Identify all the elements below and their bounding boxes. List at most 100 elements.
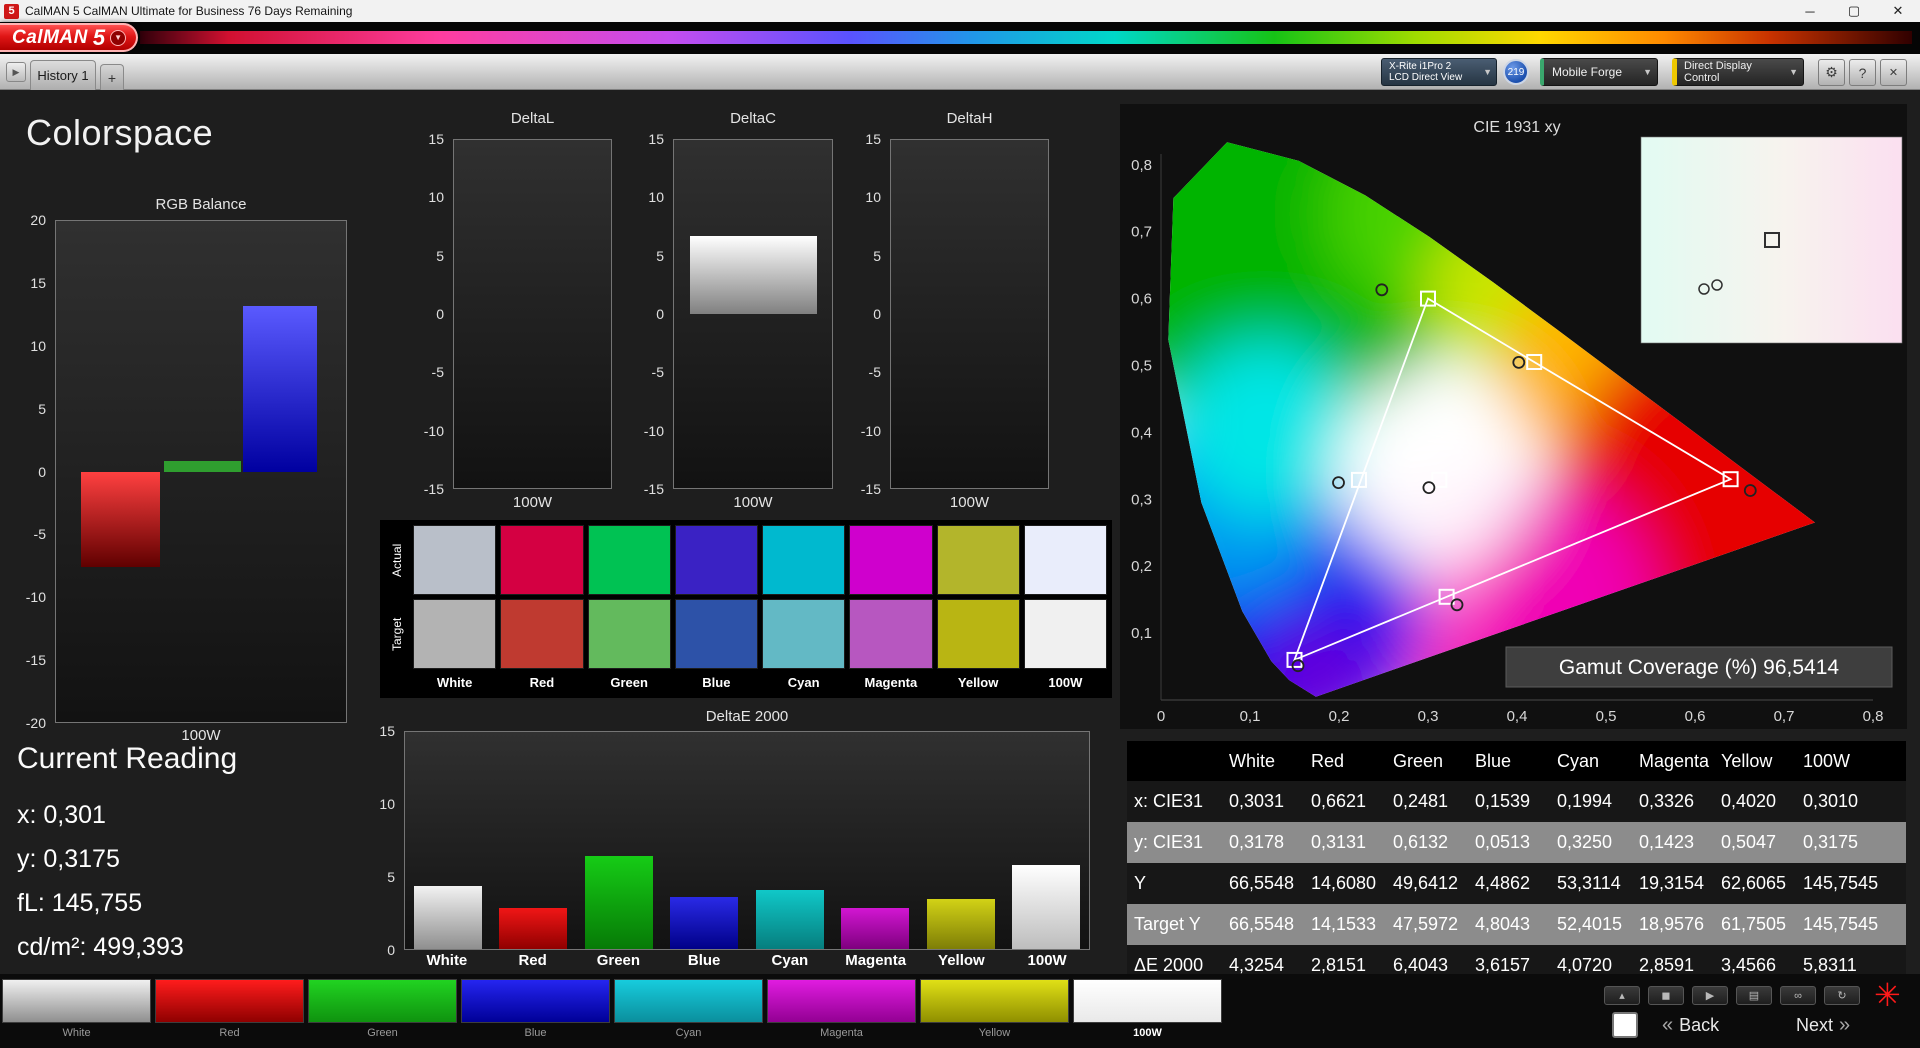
axis-tick-label: 5 (38, 400, 46, 417)
loop-button[interactable]: ∞ (1780, 986, 1816, 1005)
nav-arrow-button[interactable]: ▶ (6, 62, 26, 82)
deltae-x-label: Yellow (938, 952, 985, 969)
gamut-coverage-label: Gamut Coverage (%) 96,5414 (1559, 656, 1839, 679)
pattern-swatch[interactable] (308, 979, 457, 1023)
cie-tick-label: 0,3 (1131, 491, 1152, 508)
pattern-window-button[interactable] (1612, 1012, 1638, 1038)
pattern-swatch[interactable] (155, 979, 304, 1023)
deltal-chart (453, 139, 612, 489)
color-swatch (413, 525, 497, 595)
cie-tick-label: 0,1 (1131, 625, 1152, 642)
table-header-cell: Yellow (1714, 741, 1796, 781)
meter-count-badge[interactable]: 219 (1503, 59, 1529, 85)
deltae-x-label: Cyan (771, 952, 809, 969)
eject-button[interactable]: ▴ (1604, 986, 1640, 1005)
table-row: y: CIE31 0,3178 0,3131 0,6132 0,0513 0,3250 0,… (1127, 822, 1906, 863)
table-header-cell: White (1222, 741, 1304, 781)
table-cell: 0,3010 (1796, 781, 1906, 822)
axis-tick-label: 0 (38, 463, 46, 480)
pattern-swatch[interactable] (767, 979, 916, 1023)
next-button[interactable]: Next » (1796, 1010, 1850, 1040)
pattern-swatch[interactable] (1073, 979, 1222, 1023)
display-control-label: Direct Display Control (1684, 60, 1752, 84)
axis-tick-label: 15 (648, 131, 664, 147)
pattern-list-button[interactable]: ▤ (1736, 986, 1772, 1005)
measurement-table: White Red Green Blue Cyan Magenta Yellow 100W x… (1127, 741, 1906, 986)
axis-tick-label: -10 (25, 589, 46, 606)
swatch-column-label: Blue (702, 675, 731, 690)
add-tab-button[interactable]: + (100, 64, 124, 90)
meter-select-button[interactable]: X-Rite i1Pro 2 LCD Direct View ▼ (1381, 58, 1497, 86)
current-reading-heading: Current Reading (17, 742, 238, 775)
logo-dropdown-icon[interactable]: ▼ (110, 29, 127, 46)
pattern-swatch[interactable] (461, 979, 610, 1023)
help-button[interactable]: ? (1849, 59, 1876, 86)
pattern-list-icon: ▤ (1748, 990, 1760, 1002)
table-row: x: CIE31 0,3031 0,6621 0,2481 0,1539 0,1994 0,… (1127, 781, 1906, 822)
table-header-cell: Cyan (1550, 741, 1632, 781)
pattern-swatch[interactable] (2, 979, 151, 1023)
swatch-row-label: Target (390, 617, 404, 651)
stop-button[interactable]: ◼ (1648, 986, 1684, 1005)
axis-tick-label: 5 (387, 868, 395, 885)
white-point-inset (1640, 136, 1903, 344)
chevron-down-icon: ▼ (1483, 67, 1492, 77)
swatch-column-label: Cyan (787, 675, 820, 690)
pattern-swatch[interactable] (920, 979, 1069, 1023)
color-swatch (849, 599, 933, 669)
tab-history-1[interactable]: History 1 (30, 60, 96, 90)
source-select-button[interactable]: Mobile Forge ▼ (1540, 58, 1658, 86)
panel-close-button[interactable]: ✕ (1880, 59, 1907, 86)
swatch-column-label: Yellow (957, 675, 999, 690)
table-header-cell: Blue (1468, 741, 1550, 781)
stop-icon: ◼ (1661, 990, 1671, 1002)
table-cell: 0,1423 (1632, 822, 1714, 863)
swatch-column-label: 100W (1048, 675, 1083, 690)
deltae-x-label: White (426, 952, 468, 969)
cie-tick-label: 0,3 (1418, 708, 1439, 725)
table-cell: 0,3178 (1222, 822, 1304, 863)
color-swatch (674, 599, 758, 669)
titlebar: 5 CalMAN 5 CalMAN Ultimate for Business … (0, 0, 1920, 23)
logo-text: CalMAN (12, 26, 88, 48)
bar (841, 907, 910, 949)
settings-button[interactable]: ⚙ (1818, 59, 1845, 86)
back-button[interactable]: « Back (1662, 1010, 1719, 1040)
close-button[interactable]: ✕ (1876, 0, 1920, 22)
table-row: Y 66,5548 14,6080 49,6412 4,4862 53,3114 19,31… (1127, 863, 1906, 904)
axis-tick-label: -5 (868, 364, 881, 381)
maximize-button[interactable]: ▢ (1832, 0, 1876, 22)
calman-logo[interactable]: CalMAN 5 ▼ (0, 23, 139, 52)
table-cell: 0,0513 (1468, 822, 1550, 863)
axis-tick-label: 15 (865, 131, 881, 147)
minimize-button[interactable]: ─ (1788, 0, 1832, 22)
rgb-balance-y-axis: 20 15 10 5 0 -5 -10 -15 -20 (6, 212, 50, 731)
table-cell: 19,3154 (1632, 863, 1714, 904)
axis-tick-label: 10 (865, 189, 881, 206)
display-control-button[interactable]: Direct Display Control ▼ (1672, 58, 1804, 86)
pattern-swatch[interactable] (614, 979, 763, 1023)
chevron-down-icon: ▼ (1643, 67, 1652, 77)
cie-tick-label: 0 (1157, 708, 1165, 725)
deltae-x-label: Red (518, 952, 547, 969)
table-cell: 0,5047 (1714, 822, 1796, 863)
pattern-swatch-label: 100W (1133, 1027, 1162, 1039)
deltae-column (747, 732, 833, 949)
swatch-column-label: Green (610, 675, 648, 690)
color-swatch (936, 599, 1020, 669)
back-chevron-icon: « (1662, 1013, 1674, 1036)
deltah-x-label: 100W (949, 494, 990, 511)
reading-line: fL: 145,755 (17, 889, 143, 917)
pattern-swatch-label: White (62, 1027, 91, 1039)
axis-tick-label: 15 (428, 131, 444, 147)
pattern-swatch-label: Blue (524, 1027, 547, 1039)
deltae-y-axis: 15 10 5 0 (355, 723, 399, 958)
refresh-button[interactable]: ↻ (1824, 986, 1860, 1005)
help-icon: ? (1858, 64, 1867, 81)
table-cell: 0,1539 (1468, 781, 1550, 822)
table-cell: 0,3131 (1304, 822, 1386, 863)
axis-tick-label: 0 (387, 942, 395, 958)
table-cell: 18,9576 (1632, 904, 1714, 945)
window-controls: ─ ▢ ✕ (1788, 0, 1920, 22)
play-button[interactable]: ▶ (1692, 986, 1728, 1005)
